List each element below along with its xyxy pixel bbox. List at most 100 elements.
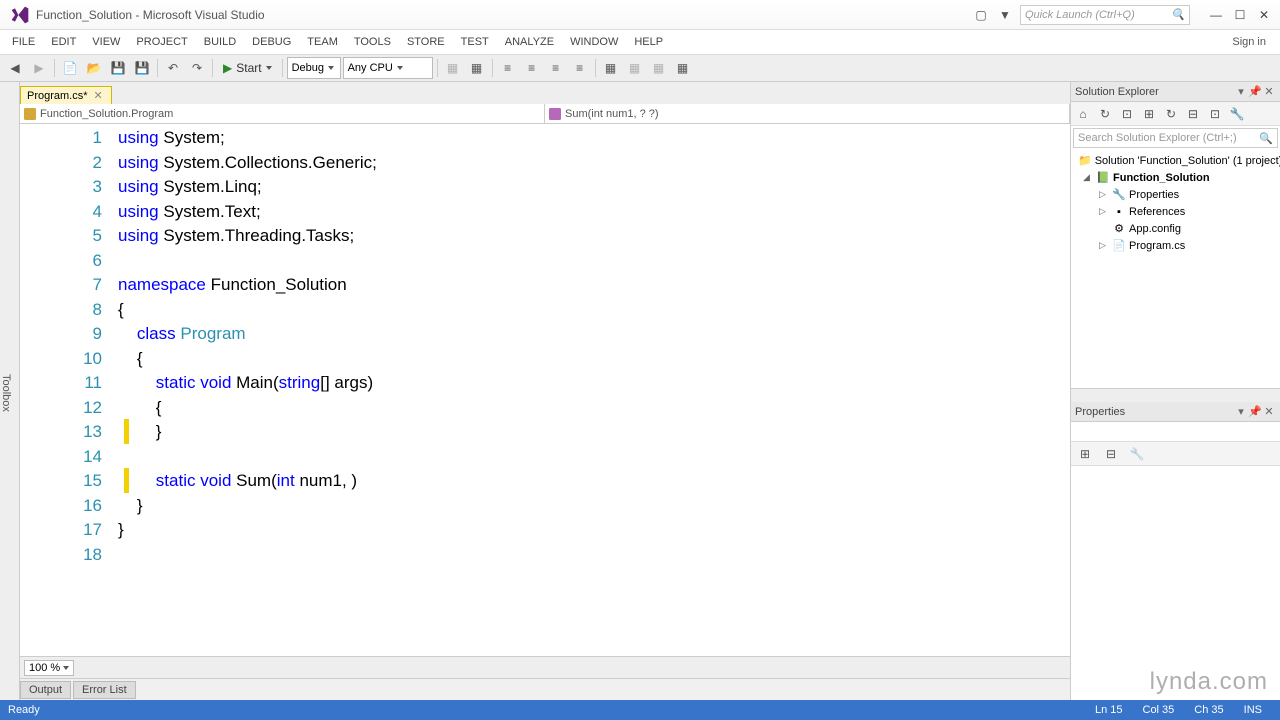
toolbar-button[interactable]: ▦ [672, 57, 694, 79]
tab-close-button[interactable]: ✕ [92, 89, 105, 102]
panel-close-button[interactable]: ✕ [1262, 85, 1276, 98]
start-button[interactable]: ▶ Start [217, 57, 278, 79]
menu-help[interactable]: HELP [626, 33, 671, 51]
menu-window[interactable]: WINDOW [562, 33, 626, 51]
menu-tools[interactable]: TOOLS [346, 33, 399, 51]
output-tab[interactable]: Output [20, 681, 71, 699]
status-ready: Ready [8, 704, 1085, 716]
toolbar-button[interactable]: ≡ [569, 57, 591, 79]
vs-logo-icon [10, 5, 30, 25]
toolbar-button[interactable]: ≡ [545, 57, 567, 79]
toolbar-button[interactable]: ↻ [1095, 104, 1115, 124]
properties-object-dropdown[interactable] [1071, 422, 1280, 442]
toolbar-button[interactable]: ↻ [1161, 104, 1181, 124]
notifications-icon[interactable]: ▼ [996, 6, 1014, 24]
search-icon: 🔍 [1259, 132, 1273, 145]
solution-tree[interactable]: 📁 Solution 'Function_Solution' (1 projec… [1071, 150, 1280, 388]
toolbar-button[interactable]: ▦ [442, 57, 464, 79]
toolbar-button[interactable]: ⊟ [1183, 104, 1203, 124]
menu-store[interactable]: STORE [399, 33, 453, 51]
tree-project-node[interactable]: ◢ 📗 Function_Solution [1071, 169, 1280, 186]
alphabetical-button[interactable]: ⊟ [1101, 444, 1121, 464]
toolbar-button[interactable]: ⊡ [1205, 104, 1225, 124]
search-icon: 🔍 [1171, 8, 1185, 21]
menu-view[interactable]: VIEW [84, 33, 128, 51]
solution-explorer-toolbar: ⌂ ↻ ⊡ ⊞ ↻ ⊟ ⊡ 🔧 [1071, 102, 1280, 126]
panel-pin-button[interactable]: 📌 [1248, 405, 1262, 418]
status-line: Ln 15 [1095, 704, 1123, 716]
tree-solution-node[interactable]: 📁 Solution 'Function_Solution' (1 projec… [1071, 152, 1280, 169]
platform-dropdown[interactable]: Any CPU [343, 57, 433, 79]
open-file-button[interactable]: 📂 [83, 57, 105, 79]
menu-bar: FILE EDIT VIEW PROJECT BUILD DEBUG TEAM … [0, 30, 1280, 54]
categorized-button[interactable]: ⊞ [1075, 444, 1095, 464]
toolbar-button[interactable]: ▦ [466, 57, 488, 79]
undo-button[interactable]: ↶ [162, 57, 184, 79]
sign-in-link[interactable]: Sign in [1222, 36, 1276, 48]
new-project-button[interactable]: 📄 [59, 57, 81, 79]
tree-properties-node[interactable]: ▷ 🔧 Properties [1071, 186, 1280, 203]
error-list-tab[interactable]: Error List [73, 681, 136, 699]
document-tabs: Program.cs* ✕ [20, 82, 1070, 104]
close-button[interactable]: ✕ [1252, 6, 1276, 24]
code-editor[interactable]: 123456789101112131415161718 using System… [20, 124, 1070, 656]
toolbar-button[interactable]: ▦ [648, 57, 670, 79]
file-tab-program[interactable]: Program.cs* ✕ [20, 86, 112, 104]
toolbar-button[interactable]: ⊞ [1139, 104, 1159, 124]
status-ch: Ch 35 [1194, 704, 1223, 716]
member-dropdown[interactable]: Sum(int num1, ? ?) [545, 104, 1070, 123]
panel-close-button[interactable]: ✕ [1262, 405, 1276, 418]
tree-references-node[interactable]: ▷ ▪ References [1071, 203, 1280, 220]
menu-analyze[interactable]: ANALYZE [497, 33, 562, 51]
panel-menu-button[interactable]: ▾ [1234, 405, 1248, 418]
properties-toolbar: ⊞ ⊟ 🔧 [1071, 442, 1280, 466]
toolbar-button[interactable]: ▦ [624, 57, 646, 79]
solution-search-input[interactable]: Search Solution Explorer (Ctrl+;) 🔍 [1073, 128, 1278, 148]
quick-launch-input[interactable]: Quick Launch (Ctrl+Q) 🔍 [1020, 5, 1190, 25]
line-gutter: 123456789101112131415161718 [20, 124, 110, 656]
menu-edit[interactable]: EDIT [43, 33, 84, 51]
menu-project[interactable]: PROJECT [128, 33, 195, 51]
minimize-button[interactable]: — [1204, 6, 1228, 24]
type-dropdown[interactable]: Function_Solution.Program [20, 104, 545, 123]
menu-file[interactable]: FILE [4, 33, 43, 51]
play-icon: ▶ [223, 61, 232, 75]
home-button[interactable]: ⌂ [1073, 104, 1093, 124]
scroll-bar[interactable] [1071, 388, 1280, 402]
zoom-dropdown[interactable]: 100 % [24, 660, 74, 676]
property-pages-button[interactable]: 🔧 [1127, 444, 1147, 464]
properties-button[interactable]: 🔧 [1227, 104, 1247, 124]
solution-explorer-header: Solution Explorer ▾ 📌 ✕ [1071, 82, 1280, 102]
csproj-icon: 📗 [1096, 171, 1110, 185]
redo-button[interactable]: ↷ [186, 57, 208, 79]
status-col: Col 35 [1143, 704, 1175, 716]
tree-appconfig-node[interactable]: ⚙ App.config [1071, 220, 1280, 237]
feedback-icon[interactable]: ▢ [972, 6, 990, 24]
menu-team[interactable]: TEAM [299, 33, 346, 51]
config-dropdown[interactable]: Debug [287, 57, 341, 79]
fold-margin[interactable] [110, 124, 118, 656]
toolbar-button[interactable]: ≡ [521, 57, 543, 79]
panel-menu-button[interactable]: ▾ [1234, 85, 1248, 98]
nav-back-button[interactable]: ◀ [4, 57, 26, 79]
toolbox-tab[interactable]: Toolbox [0, 82, 20, 700]
properties-grid [1071, 466, 1280, 700]
toolbar-button[interactable]: ▦ [600, 57, 622, 79]
window-title: Function_Solution - Microsoft Visual Stu… [36, 8, 972, 22]
panel-pin-button[interactable]: 📌 [1248, 85, 1262, 98]
save-all-button[interactable]: 💾 [131, 57, 153, 79]
menu-test[interactable]: TEST [453, 33, 497, 51]
nav-forward-button[interactable]: ▶ [28, 57, 50, 79]
menu-debug[interactable]: DEBUG [244, 33, 299, 51]
toolbar-button[interactable]: ≡ [497, 57, 519, 79]
status-ins: INS [1244, 704, 1262, 716]
maximize-button[interactable]: ☐ [1228, 6, 1252, 24]
save-button[interactable]: 💾 [107, 57, 129, 79]
method-icon [549, 108, 561, 120]
watermark: lynda.com [1150, 668, 1268, 696]
menu-build[interactable]: BUILD [196, 33, 244, 51]
tree-programcs-node[interactable]: ▷ 📄 Program.cs [1071, 237, 1280, 254]
main-toolbar: ◀ ▶ 📄 📂 💾 💾 ↶ ↷ ▶ Start Debug Any CPU ▦ … [0, 54, 1280, 82]
cs-file-icon: 📄 [1112, 239, 1126, 253]
toolbar-button[interactable]: ⊡ [1117, 104, 1137, 124]
